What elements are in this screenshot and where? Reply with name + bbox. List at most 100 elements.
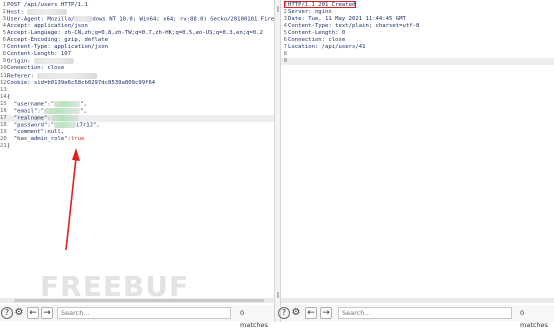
request-line[interactable]: 10 Connection: close <box>0 65 274 72</box>
line-number: 9 <box>2 58 6 65</box>
request-line[interactable]: 18 "password":" i7r1J", <box>0 121 274 129</box>
line-number: 18 <box>0 121 7 128</box>
line-number: 7 <box>2 44 6 51</box>
request-line[interactable]: 9 Origin: <box>0 58 274 65</box>
next-match-button[interactable]: → <box>41 307 53 319</box>
line-number: 8 <box>2 51 6 58</box>
line-token: ", <box>80 101 87 108</box>
help-icon[interactable]: ? <box>278 307 290 319</box>
line-token: "realname": <box>7 115 51 122</box>
help-icon[interactable]: ? <box>1 307 13 319</box>
left-scroll-thumb[interactable] <box>14 299 264 302</box>
line-token: Content-Type: text/plain; charset=utf-8 <box>288 23 420 30</box>
response-line[interactable]: 9 <box>281 58 554 66</box>
right-horizontal-scrollbar[interactable] <box>281 298 554 303</box>
line-number: 9 <box>283 58 287 65</box>
line-number: 14 <box>0 93 7 100</box>
line-number: 12 <box>0 79 7 86</box>
settings-gear-icon[interactable]: ⚙ <box>13 307 25 319</box>
line-text: Accept-Encoding: gzip, deflate <box>7 37 108 44</box>
response-line[interactable]: 8 <box>281 51 554 58</box>
line-number: 13 <box>0 86 7 93</box>
response-line[interactable]: 3 Date: Tue, 11 May 2021 11:44:45 GMT <box>281 16 554 23</box>
request-line[interactable]: 5 Accept-Language: zh-CN,zh;q=0.8,zh-TW;q… <box>0 30 274 37</box>
line-text: Content-Length: 0 <box>288 30 345 37</box>
line-token: "username":" <box>7 101 55 108</box>
response-line[interactable]: 5 Content-Length: 0 <box>281 30 554 37</box>
line-token: 107 <box>60 51 71 58</box>
response-viewer[interactable]: 1 HTTP/1.1 201 Created 2 Server: nginx 3 Date… <box>281 0 554 303</box>
line-text: Content-Type: text/plain; charset=utf-8 <box>288 23 419 30</box>
line-text: "has_admin_role":true <box>7 135 85 143</box>
request-search-input[interactable] <box>57 307 231 319</box>
next-match-button[interactable]: → <box>320 307 332 319</box>
line-token: i7r1J", <box>76 122 100 129</box>
redacted-value <box>37 72 98 79</box>
request-line[interactable]: 15 "username":" ", <box>0 100 274 108</box>
response-line[interactable]: 6 Connection: close <box>281 37 554 44</box>
line-token: Host: <box>7 9 28 16</box>
request-line[interactable]: 3 User-Agent: Mozilla/dows NT 10.0; Win64… <box>0 16 274 23</box>
line-token: Date: Tue, 11 May 2021 11:44:45 GMT <box>288 16 406 23</box>
left-horizontal-scrollbar[interactable] <box>0 298 274 303</box>
request-line[interactable]: 12 Cookie: sid=b0139e6c58cb0297dc8539a809… <box>0 80 274 87</box>
request-line[interactable]: 20 "has_admin_role":true <box>0 136 274 143</box>
request-match-count: 0 matches <box>240 309 268 329</box>
request-editor[interactable]: 1 POST /api/users HTTP/1.1 2 Host: 3 User-Ag… <box>0 0 274 303</box>
line-token: "has_admin_role": <box>7 135 71 142</box>
response-line[interactable]: 7 Location: /api/users/41 <box>281 44 554 51</box>
line-number: 21 <box>0 143 7 149</box>
line-token: Server: nginx <box>288 9 332 16</box>
line-token: Referer: <box>7 73 38 79</box>
splitter-grip-top <box>277 6 279 12</box>
line-number: 6 <box>283 37 287 44</box>
line-text: Cookie: sid=b0139e6c58cb0297dc8539a809c9… <box>7 80 155 87</box>
line-number: 2 <box>2 9 6 16</box>
line-token: Connection: close <box>288 37 346 44</box>
line-token: "email":" <box>7 108 45 115</box>
request-line[interactable]: 1 POST /api/users HTTP/1.1 <box>0 2 274 9</box>
response-line[interactable]: 4 Content-Type: text/plain; charset=utf-8 <box>281 23 554 30</box>
response-line[interactable]: 2 Server: nginx <box>281 9 554 16</box>
line-text: Accept: application/json <box>7 23 88 30</box>
response-search-input[interactable] <box>338 307 512 319</box>
request-line[interactable]: 6 Accept-Encoding: gzip, deflate <box>0 37 274 44</box>
line-token: Content-Length: <box>7 51 61 58</box>
line-text: "comment":null, <box>7 129 65 136</box>
previous-match-button[interactable]: ← <box>27 307 39 319</box>
line-token: Connection: close <box>7 65 65 72</box>
redacted-value <box>74 16 93 23</box>
settings-gear-icon[interactable]: ⚙ <box>290 307 302 319</box>
line-number: 16 <box>0 107 7 114</box>
line-text: Content-Type: application/json <box>7 44 108 51</box>
request-line[interactable]: 21} <box>0 143 274 150</box>
line-text: Accept-Language: zh-CN,zh;q=0.8,zh-TW;q=… <box>7 30 263 37</box>
line-number: 15 <box>0 100 7 107</box>
line-text: } <box>7 143 10 150</box>
redacted-value <box>54 100 81 107</box>
line-number: 7 <box>283 44 287 51</box>
request-line[interactable]: 19 "comment":null, <box>0 129 274 136</box>
line-token: } <box>7 143 11 149</box>
request-line[interactable]: 2 Host: <box>0 9 274 16</box>
line-text: Content-Length: 107 <box>7 51 71 58</box>
request-line[interactable]: 13 <box>0 87 274 94</box>
pane-splitter[interactable] <box>274 0 281 322</box>
request-line[interactable]: 16 "email":" ", <box>0 107 274 115</box>
status-line-highlight <box>284 1 356 8</box>
request-line[interactable]: 8 Content-Length: 107 <box>0 51 274 58</box>
line-token: Accept-Encoding: gzip, deflate <box>7 37 109 44</box>
request-line[interactable]: 14{ <box>0 94 274 101</box>
line-number: 10 <box>0 65 7 72</box>
line-token: dows NT 10.0; Win64; x64; rv:88.0) Gecko… <box>92 16 274 23</box>
line-token: { <box>7 93 11 100</box>
line-number: 2 <box>283 9 287 16</box>
previous-match-button[interactable]: ← <box>305 307 317 319</box>
line-number: 8 <box>283 51 287 58</box>
request-line[interactable]: 7 Content-Type: application/json <box>0 44 274 51</box>
line-token: Location: /api/users/41 <box>288 44 366 51</box>
request-line[interactable]: 4 Accept: application/json <box>0 23 274 30</box>
request-line[interactable]: 17 "realname": <box>0 114 274 122</box>
line-text: { <box>7 94 10 101</box>
request-line[interactable]: 11 Referer: <box>0 72 274 80</box>
